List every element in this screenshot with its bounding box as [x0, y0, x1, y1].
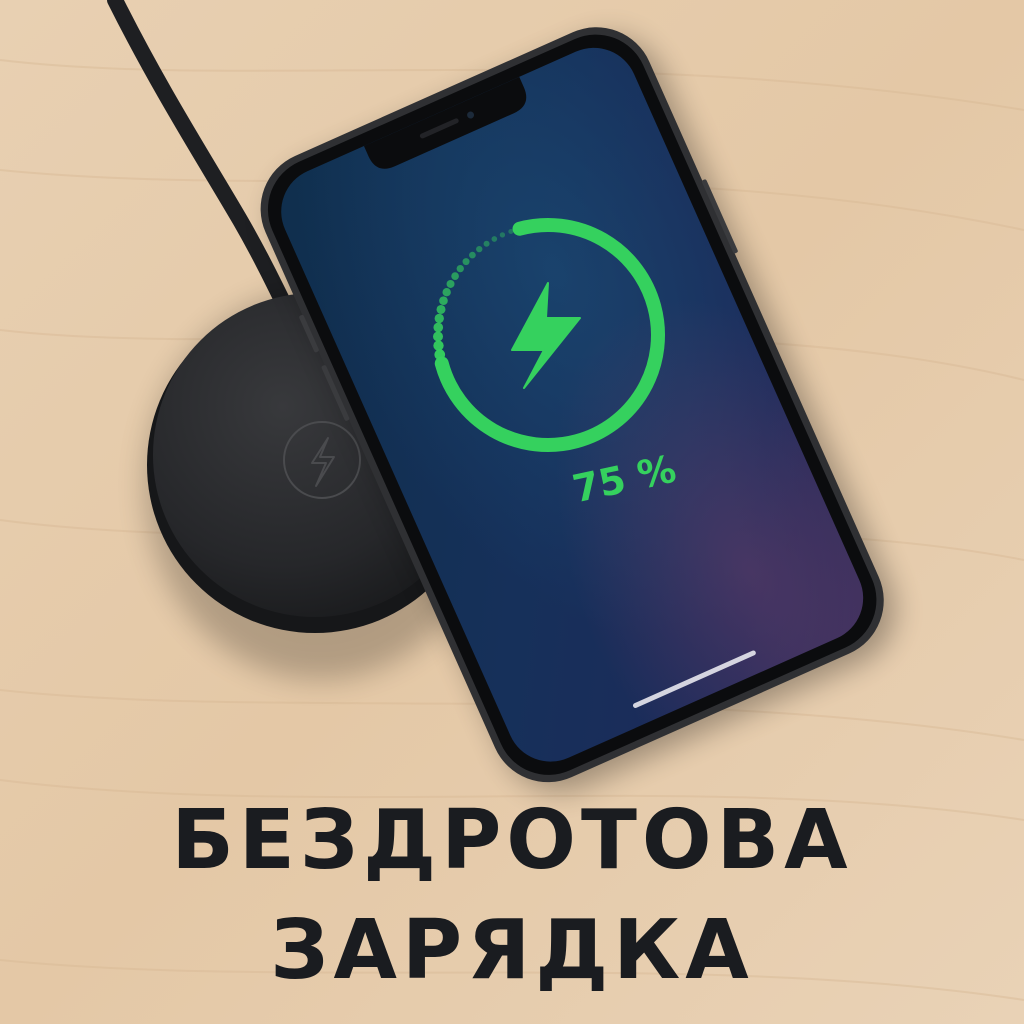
charge-dot — [456, 264, 464, 273]
charge-dot — [433, 331, 444, 342]
charge-dot — [433, 340, 444, 351]
headline-line-1: БЕЗДРОТОВА — [171, 793, 853, 888]
charge-dot — [491, 236, 498, 242]
headline-line-2: ЗАРЯДКА — [270, 903, 754, 998]
charge-dot — [508, 228, 514, 234]
charge-dot — [499, 232, 506, 238]
charge-dot — [434, 313, 444, 324]
charge-dot — [483, 240, 490, 247]
charge-dot — [442, 288, 451, 297]
charge-dot — [476, 245, 483, 253]
charge-dot — [433, 322, 444, 333]
charge-dot — [446, 279, 455, 288]
charge-dot — [434, 349, 446, 360]
charge-dot — [436, 304, 446, 314]
charge-dot — [462, 258, 470, 266]
charge-dot — [439, 296, 448, 306]
charge-dot — [469, 251, 476, 259]
charge-dot — [451, 272, 459, 280]
